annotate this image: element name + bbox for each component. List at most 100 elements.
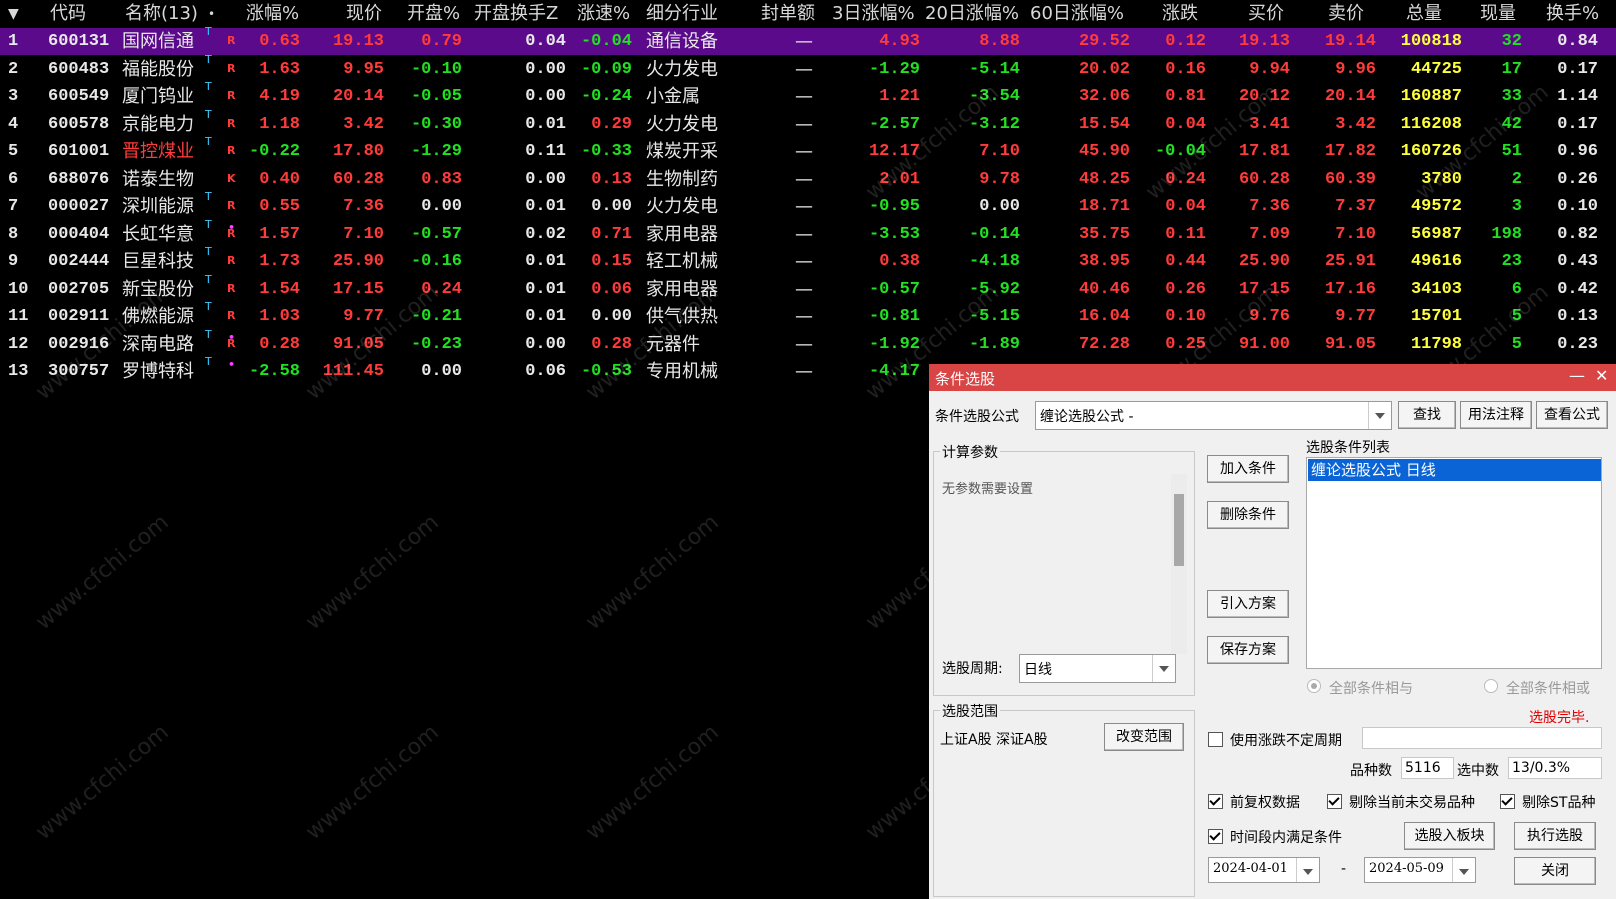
exclude-untraded-checkbox[interactable] (1327, 794, 1342, 809)
condition-item[interactable]: 缠论选股公式 日线 (1308, 459, 1601, 481)
table-row[interactable]: 5 601001 晋控煤业 -0.22 17.80 -1.29 0.11 -0.33 煤炭开采 —… (0, 135, 1616, 165)
cell-vol: 116208 (1400, 114, 1462, 134)
params-scrollbar[interactable] (1171, 474, 1187, 654)
table-row[interactable]: 12 002916 深南电路 0.28 91.05 -0.23 0.00 0.28 元器件 — -1… (0, 328, 1616, 358)
cell-ud: 0.10 (1165, 307, 1206, 326)
time-range-checkbox[interactable] (1208, 829, 1223, 844)
col-turn[interactable]: 换手% (1546, 0, 1599, 28)
cell-turn: 0.23 (1557, 334, 1598, 354)
table-row[interactable]: 7 000027 深圳能源 0.55 7.36 0.00 0.01 0.00 火力发电 — -0.9… (0, 190, 1616, 220)
table-row[interactable]: 10 002705 新宝股份 1.54 17.15 0.24 0.01 0.06 家用电器 — -0… (0, 273, 1616, 303)
col-d3[interactable]: 3日涨幅% (832, 0, 915, 28)
dialog-title: 条件选股 (935, 370, 996, 388)
table-row[interactable]: 8 000404 长虹华意 1.57 7.10 -0.57 0.02 0.71 家用电器 — -3.… (0, 218, 1616, 248)
table-row[interactable]: 9 002444 巨星科技 1.73 25.90 -0.16 0.01 0.15 轻工机械 — 0.… (0, 245, 1616, 275)
cell-d60: 16.04 (1078, 307, 1130, 326)
cell-turn: 0.43 (1557, 252, 1598, 271)
run-screening-button[interactable]: 执行选股 (1514, 822, 1596, 850)
cell-cur: 33 (1501, 87, 1522, 106)
target-badge: T (205, 355, 212, 368)
cell-no: 10 (8, 279, 29, 299)
chevron-down-icon[interactable] (1452, 858, 1475, 882)
col-open-turn[interactable]: 开盘换手Z (474, 0, 558, 28)
cell-chg: 0.28 (259, 334, 300, 354)
table-row[interactable]: 3 600549 厦门钨业 4.19 20.14 -0.05 0.00 -0.24 小金属 — 1.… (0, 80, 1616, 110)
chevron-down-icon[interactable] (1152, 655, 1175, 682)
margin-mark: R (227, 144, 236, 157)
cell-code: 000404 (48, 224, 110, 244)
cell-seal: — (795, 113, 813, 135)
change-scope-button[interactable]: 改变范围 (1104, 723, 1184, 751)
dialog-titlebar[interactable]: 条件选股 — ✕ (929, 364, 1616, 391)
import-scheme-button[interactable]: 引入方案 (1207, 590, 1289, 618)
cell-d60: 15.54 (1078, 114, 1130, 134)
save-scheme-button[interactable]: 保存方案 (1207, 636, 1289, 664)
watermark: www.cfchi.com (31, 509, 174, 636)
chevron-down-icon[interactable] (1296, 858, 1319, 882)
minimize-icon[interactable]: — (1569, 366, 1585, 385)
table-row[interactable]: 11 002911 佛燃能源 1.03 9.77 -0.21 0.01 0.00 供气供热 — -0… (0, 300, 1616, 330)
cell-oturn: 0.06 (525, 362, 566, 381)
close-button[interactable]: 关闭 (1514, 857, 1596, 885)
table-row[interactable]: 6 688076 诺泰生物 0.40 60.28 0.83 0.00 0.13 生物制药 — 2.0… (0, 166, 1616, 193)
close-icon[interactable]: ✕ (1595, 366, 1608, 385)
cell-cur: 42 (1501, 114, 1522, 134)
exclude-st-checkbox[interactable] (1500, 794, 1515, 809)
period-input[interactable] (1362, 727, 1602, 749)
scope-group: 选股范围 上证A股 深证A股 改变范围 (933, 701, 1195, 897)
col-chg[interactable]: 涨幅% (246, 0, 299, 28)
view-formula-button[interactable]: 查看公式 (1536, 401, 1608, 429)
col-name[interactable]: 名称(13) (125, 0, 198, 28)
radio-or[interactable] (1484, 679, 1498, 693)
col-seal[interactable]: 封单额 (761, 0, 815, 28)
cell-bid: 91.00 (1238, 334, 1290, 354)
scope-title: 选股范围 (940, 701, 1000, 721)
col-speed[interactable]: 涨速% (577, 0, 630, 28)
col-name-dot: • (208, 7, 216, 21)
table-row[interactable]: 1 600131 国网信通 0.63 19.13 0.79 0.04 -0.04 通信设备 — 4.… (0, 25, 1616, 55)
date-from-select[interactable]: 2024-04-01 (1208, 857, 1320, 883)
condition-list[interactable]: 缠论选股公式 日线 (1306, 457, 1602, 669)
cell-chg: 1.03 (259, 307, 300, 326)
table-row[interactable]: 4 600578 京能电力 1.18 3.42 -0.30 0.01 0.29 火力发电 — -2.… (0, 108, 1616, 138)
cell-chg: -2.58 (248, 362, 300, 381)
col-updown[interactable]: 涨跌 (1162, 0, 1198, 28)
watermark: www.cfchi.com (301, 719, 444, 846)
col-cur[interactable]: 现量 (1480, 0, 1516, 28)
col-ask[interactable]: 卖价 (1328, 0, 1364, 28)
col-d60[interactable]: 60日涨幅% (1030, 0, 1124, 28)
fq-checkbox[interactable] (1208, 794, 1223, 809)
cell-open: 0.24 (421, 279, 462, 299)
date-to-select[interactable]: 2024-05-09 (1364, 857, 1476, 883)
sort-arrow-icon[interactable]: ▼ (8, 0, 19, 28)
cell-turn: 0.82 (1557, 224, 1598, 244)
table-row[interactable]: 2 600483 福能股份 1.63 9.95 -0.10 0.00 -0.09 火力发电 — -1… (0, 53, 1616, 83)
cell-d60: 29.52 (1078, 32, 1130, 51)
col-open-pct[interactable]: 开盘% (407, 0, 460, 28)
formula-select[interactable]: 缠论选股公式 - (1035, 401, 1392, 430)
stock-screening-dialog: 条件选股 — ✕ 条件选股公式 缠论选股公式 - 查找 用法注释 查看公式 计算… (929, 364, 1616, 899)
margin-mark: R (227, 61, 236, 75)
use-period-checkbox[interactable] (1208, 732, 1223, 747)
radio-and[interactable] (1307, 679, 1321, 693)
cell-chg: -0.22 (248, 142, 300, 161)
usage-button[interactable]: 用法注释 (1460, 401, 1532, 429)
cell-no: 7 (8, 197, 19, 216)
col-vol[interactable]: 总量 (1406, 0, 1442, 28)
col-industry[interactable]: 细分行业 (646, 0, 718, 28)
scrollbar-thumb[interactable] (1174, 494, 1184, 566)
col-code[interactable]: 代码 (50, 0, 86, 28)
col-bid[interactable]: 买价 (1248, 0, 1284, 28)
cell-oturn: 0.00 (525, 59, 566, 79)
find-button[interactable]: 查找 (1398, 401, 1456, 429)
col-price[interactable]: 现价 (346, 0, 382, 28)
to-block-button[interactable]: 选股入板块 (1404, 822, 1495, 850)
cell-d60: 32.06 (1078, 87, 1130, 106)
cell-chg: 1.57 (259, 224, 300, 244)
col-d20[interactable]: 20日涨幅% (925, 0, 1019, 28)
delete-condition-button[interactable]: 删除条件 (1207, 501, 1289, 529)
chevron-down-icon[interactable] (1368, 402, 1391, 429)
add-condition-button[interactable]: 加入条件 (1207, 455, 1289, 483)
period-select[interactable]: 日线 (1019, 654, 1176, 683)
fq-label: 前复权数据 (1230, 795, 1300, 811)
